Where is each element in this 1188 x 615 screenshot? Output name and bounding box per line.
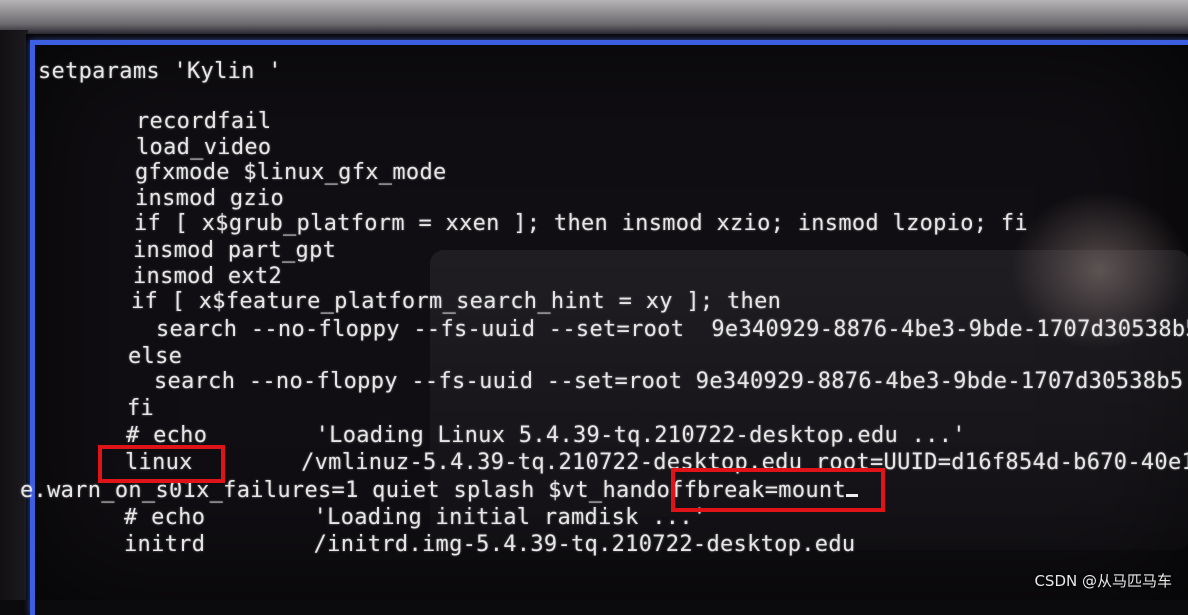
csdn-watermark: CSDN @从马匹马车	[1034, 572, 1172, 590]
monitor-bezel-top	[0, 0, 1188, 34]
editor-line-insmod-part-gpt[interactable]: insmod part_gpt	[133, 239, 336, 263]
editor-line-gfxmode[interactable]: gfxmode $linux_gfx_mode	[135, 161, 447, 185]
highlight-box-break-mount	[671, 468, 885, 512]
editor-line-recordfail[interactable]: recordfail	[136, 110, 271, 134]
editor-line-if-grub-platform[interactable]: if [ x$grub_platform = xxen ]; then insm…	[134, 212, 1028, 236]
editor-line-load-video[interactable]: load_video	[136, 136, 271, 160]
editor-line-echo-linux[interactable]: # echo 'Loading Linux 5.4.39-tq.210722-d…	[126, 424, 966, 448]
editor-line-insmod-gzio[interactable]: insmod gzio	[135, 187, 284, 211]
editor-line-initrd[interactable]: initrd /initrd.img-5.4.39-tq.210722-desk…	[124, 533, 855, 557]
editor-line-fi[interactable]: fi	[127, 397, 154, 421]
editor-line-if-search-hint[interactable]: if [ x$feature_platform_search_hint = xy…	[131, 290, 781, 314]
editor-line-search-2[interactable]: search --no-floppy --fs-uuid --set=root …	[154, 370, 1183, 394]
editor-line-else[interactable]: else	[128, 345, 182, 369]
monitor-bezel-left	[0, 30, 28, 600]
editor-line-echo-initrd[interactable]: # echo 'Loading initial ramdisk ...'	[124, 506, 706, 530]
editor-line-linux[interactable]: linux /vmlinuz-5.4.39-tq.210722-desktop.…	[125, 451, 1188, 475]
editor-line-setparams[interactable]: setparams 'Kylin '	[38, 60, 282, 84]
highlight-box-linux	[98, 445, 225, 483]
editor-line-insmod-ext2[interactable]: insmod ext2	[133, 265, 282, 289]
editor-line-search-1[interactable]: search --no-floppy --fs-uuid --set=root …	[156, 318, 1188, 342]
